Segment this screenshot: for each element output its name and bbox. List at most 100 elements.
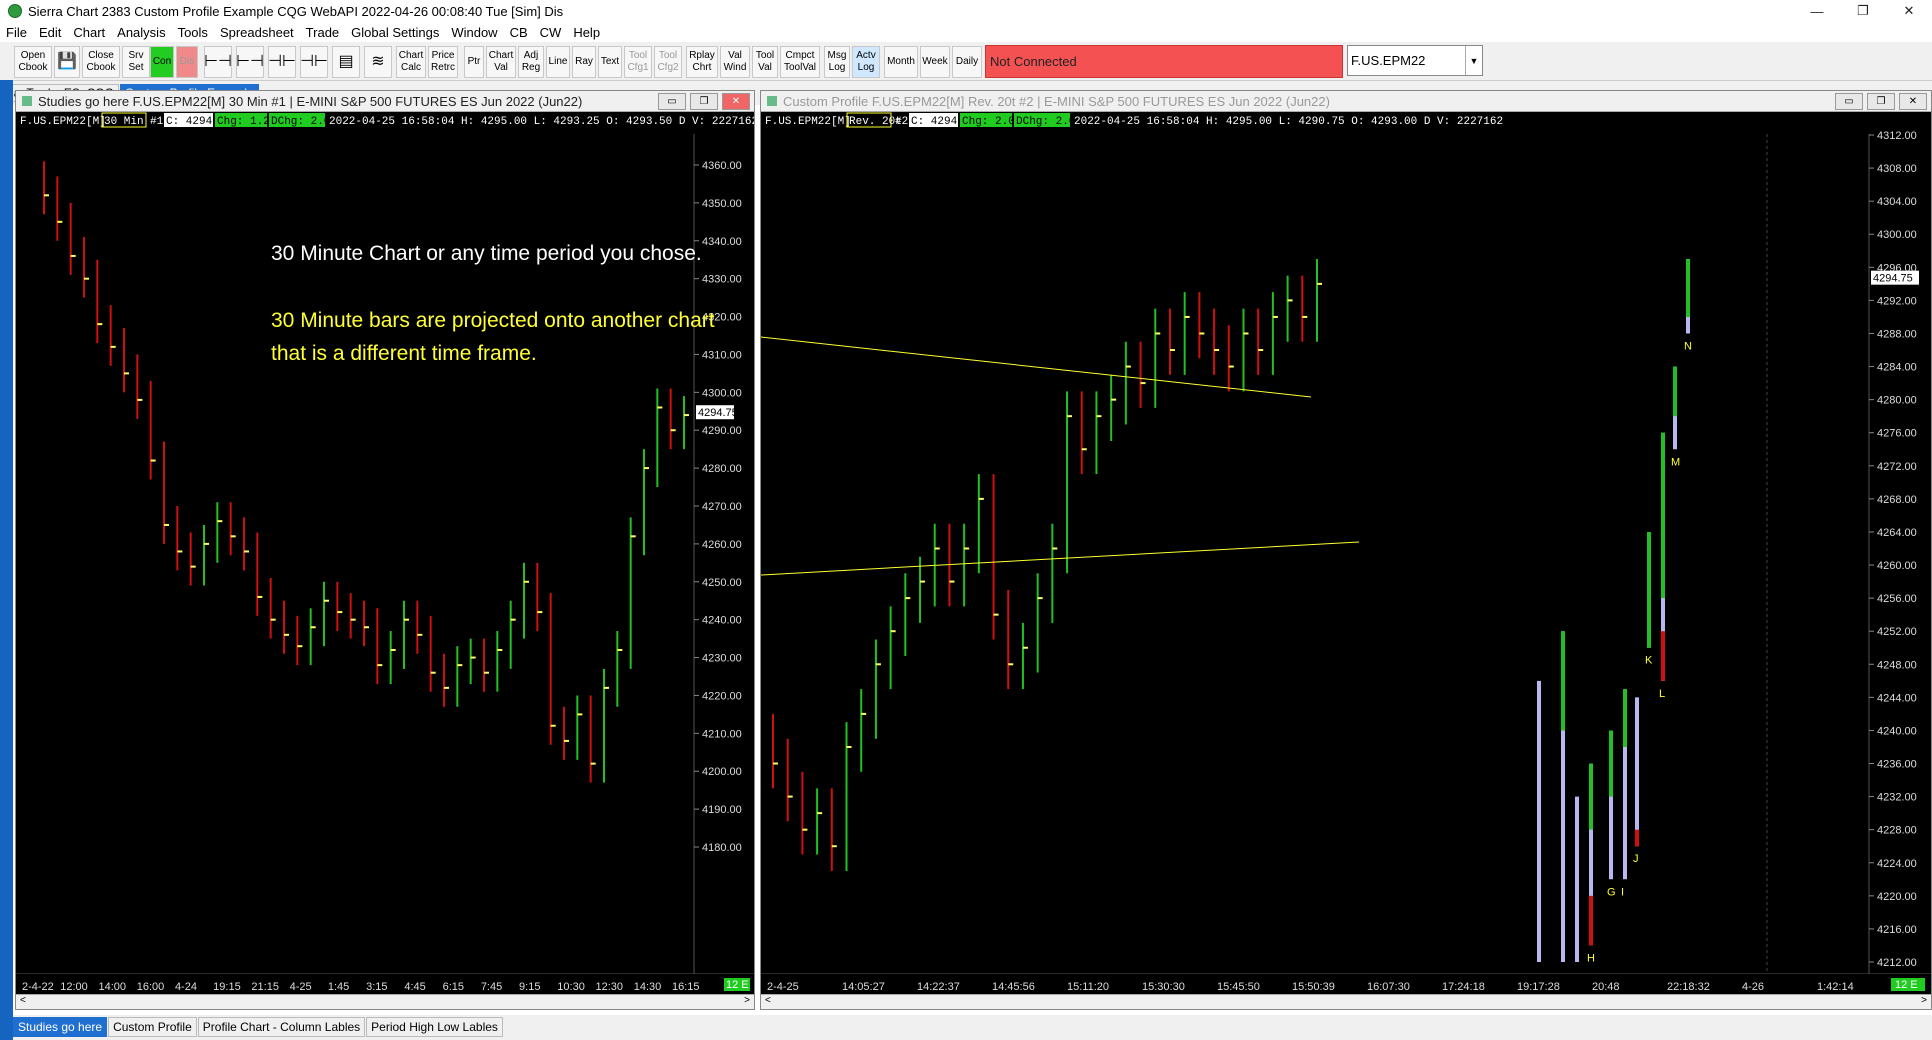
time-label: 7:45 <box>481 981 502 993</box>
toolbar-button-8[interactable]: ⊣⊢ <box>268 46 296 78</box>
toolbar-button-20[interactable]: Tool Cfg1 <box>624 46 652 78</box>
toolbar-button-11[interactable]: ≋ <box>364 46 392 78</box>
left-chart-canvas[interactable]: F.US.EPM22[M]30 Min #1 C: 4294.75Chg: 1.25… <box>16 112 754 997</box>
toolbar-button-16[interactable]: Adj Reg <box>518 46 544 78</box>
header-field: Rev. 20t <box>849 116 902 128</box>
profile-letter: H <box>1587 952 1595 964</box>
profile-letter: G <box>1607 886 1616 898</box>
header-field: F.US.EPM22[M] <box>20 116 106 128</box>
right-chart-scrollbar[interactable]: < > <box>761 994 1931 1009</box>
scroll-left-icon[interactable]: < <box>765 995 771 1006</box>
menu-item-chart[interactable]: Chart <box>67 25 111 40</box>
toolbar-button-19[interactable]: Text <box>598 46 622 78</box>
right-chart-canvas[interactable]: F.US.EPM22[M]Rev. 20t#2 C: 4294.75Chg: 2.… <box>761 112 1931 997</box>
chart-icon <box>767 96 777 106</box>
scroll-left-icon[interactable]: < <box>20 995 26 1006</box>
price-label: 4264.00 <box>1877 527 1917 539</box>
toolbar-button-23[interactable]: Val Wind <box>720 46 750 78</box>
bottom-tab-1[interactable]: Custom Profile <box>108 1017 197 1037</box>
toolbar-button-15[interactable]: Chart Val <box>486 46 516 78</box>
toolbar-button-label: ⊢⊣ <box>236 53 264 70</box>
toolbar-button-0[interactable]: Open Cbook <box>14 46 52 78</box>
toolbar-button-22[interactable]: Rplay Chrt <box>686 46 718 78</box>
menu-item-analysis[interactable]: Analysis <box>111 25 171 40</box>
minimize-icon[interactable]: ▭ <box>658 93 686 110</box>
time-label: 22:18:32 <box>1667 981 1710 993</box>
window-title: Sierra Chart 2383 Custom Profile Example… <box>28 3 564 19</box>
toolbar-button-4[interactable]: Con <box>150 46 174 78</box>
toolbar-button-5[interactable]: Dis <box>176 46 198 78</box>
price-label: 4228.00 <box>1877 825 1917 837</box>
price-label: 4280.00 <box>702 463 742 475</box>
menu-item-cw[interactable]: CW <box>534 25 568 40</box>
menu-item-edit[interactable]: Edit <box>33 25 67 40</box>
right-chart-window[interactable]: Custom Profile F.US.EPM22[M] Rev. 20t #2… <box>760 90 1932 1010</box>
menu-item-global-settings[interactable]: Global Settings <box>345 25 445 40</box>
right-chart-titlebar[interactable]: Custom Profile F.US.EPM22[M] Rev. 20t #2… <box>761 91 1931 112</box>
toolbar-button-9[interactable]: ⊣⊢ <box>300 46 328 78</box>
minimize-icon[interactable]: ▭ <box>1835 93 1863 110</box>
toolbar-button-29[interactable]: Week <box>920 46 950 78</box>
symbol-select[interactable]: F.US.EPM22 ▼ <box>1347 45 1483 76</box>
price-label: 4240.00 <box>1877 725 1917 737</box>
bottom-tab-2[interactable]: Profile Chart - Column Lables <box>197 1017 366 1037</box>
menu-item-cb[interactable]: CB <box>504 25 534 40</box>
menu-item-help[interactable]: Help <box>567 25 606 40</box>
toolbar-button-label: Cbook <box>18 62 48 73</box>
toolbar-button-28[interactable]: Month <box>884 46 918 78</box>
menu-item-tools[interactable]: Tools <box>172 25 214 40</box>
toolbar-button-label: Actv <box>856 50 876 61</box>
toolbar-button-1[interactable]: 💾 <box>54 46 80 78</box>
toolbar-button-7[interactable]: ⊢⊣ <box>236 46 264 78</box>
close-icon[interactable]: ✕ <box>1899 93 1927 110</box>
toolbar-button-25[interactable]: Cmpct ToolVal <box>780 46 820 78</box>
toolbar-button-label: Chrt <box>692 62 712 73</box>
left-chart-window[interactable]: Studies go here F.US.EPM22[M] 30 Min #1 … <box>15 90 755 1010</box>
menu-item-window[interactable]: Window <box>445 25 503 40</box>
toolbar-button-10[interactable]: ▤ <box>332 46 360 78</box>
price-label: 4268.00 <box>1877 494 1917 506</box>
time-label: 21:15 <box>251 981 279 993</box>
toolbar-button-3[interactable]: Srv Set <box>122 46 150 78</box>
toolbar-button-26[interactable]: Msg Log <box>824 46 850 78</box>
toolbar-button-6[interactable]: ⊢⊣ <box>204 46 232 78</box>
menu-item-spreadsheet[interactable]: Spreadsheet <box>214 25 300 40</box>
toolbar-button-label: Tool <box>658 50 678 61</box>
left-chart-scrollbar[interactable]: < > <box>16 994 754 1009</box>
toolbar-button-label: Line <box>548 56 568 67</box>
toolbar-button-21[interactable]: Tool Cfg2 <box>654 46 682 78</box>
toolbar-button-label: Ptr <box>467 56 481 67</box>
bottom-tab-3[interactable]: Period High Low Lables <box>366 1017 503 1037</box>
toolbar-button-12[interactable]: Chart Calc <box>396 46 426 78</box>
toolbar-button-13[interactable]: Price Retrc <box>428 46 458 78</box>
close-icon[interactable]: ✕ <box>1886 0 1932 22</box>
minimize-icon[interactable]: — <box>1794 0 1840 22</box>
chevron-down-icon[interactable]: ▼ <box>1465 46 1482 75</box>
toolbar-button-18[interactable]: Ray <box>572 46 596 78</box>
header-field: DChg: 2.00 <box>271 116 337 128</box>
price-label: 4252.00 <box>1877 626 1917 638</box>
price-label: 4220.00 <box>1877 891 1917 903</box>
symbol-value: F.US.EPM22 <box>1351 53 1426 68</box>
price-label: 4310.00 <box>702 349 742 361</box>
restore-icon[interactable]: ❐ <box>690 93 718 110</box>
toolbar-button-17[interactable]: Line <box>546 46 570 78</box>
menu-item-trade[interactable]: Trade <box>300 25 345 40</box>
close-icon[interactable]: ✕ <box>722 93 750 110</box>
restore-icon[interactable]: ❐ <box>1867 93 1895 110</box>
chart-tabs: Studies go here Custom Profile Profile Cha… <box>13 1017 504 1037</box>
toolbar-button-30[interactable]: Daily <box>952 46 982 78</box>
time-label: 19:17:28 <box>1517 981 1560 993</box>
toolbar-button-label: Rplay <box>689 50 715 61</box>
left-chart-titlebar[interactable]: Studies go here F.US.EPM22[M] 30 Min #1 … <box>16 91 754 112</box>
scroll-right-icon[interactable]: > <box>744 995 750 1006</box>
toolbar-button-14[interactable]: Ptr <box>464 46 484 78</box>
toolbar-button-2[interactable]: Close Cbook <box>82 46 120 78</box>
price-label: 4190.00 <box>702 804 742 816</box>
bottom-tab-0[interactable]: Studies go here <box>13 1017 108 1037</box>
scroll-right-icon[interactable]: > <box>1921 995 1927 1006</box>
toolbar-button-27[interactable]: Actv Log <box>852 46 880 78</box>
toolbar-button-24[interactable]: Tool Val <box>752 46 778 78</box>
restore-icon[interactable]: ❐ <box>1840 0 1886 22</box>
menu-item-file[interactable]: File <box>0 25 33 40</box>
